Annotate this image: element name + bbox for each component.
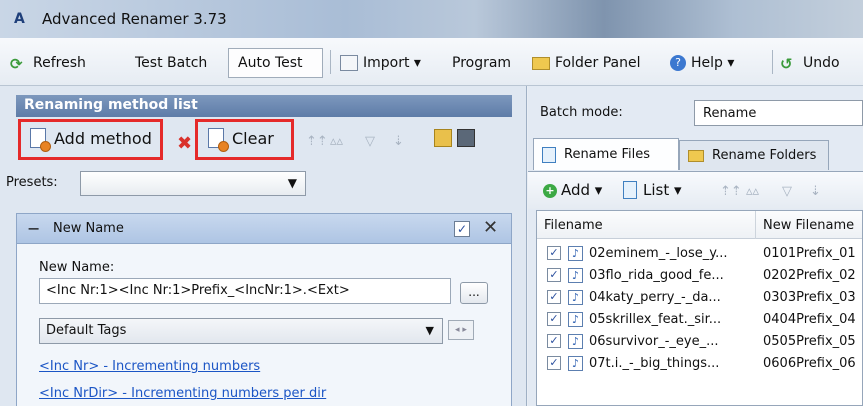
app-logo-icon: A xyxy=(14,11,25,27)
clear-button[interactable]: Clear xyxy=(208,128,274,152)
file-icon xyxy=(542,146,556,163)
row-checkbox[interactable]: ✓ xyxy=(547,268,561,282)
tag-link-inc-nr[interactable]: <Inc Nr> - Incrementing numbers xyxy=(39,359,260,374)
toolbar-divider xyxy=(772,50,773,74)
add-method-button[interactable]: Add method xyxy=(30,128,152,152)
import-button[interactable]: Import ▾ xyxy=(340,50,421,76)
import-icon xyxy=(340,55,358,71)
music-file-icon: ♪ xyxy=(568,334,583,349)
folder-icon xyxy=(688,149,704,162)
up-icon: ▵▵ xyxy=(330,134,344,149)
presets-dropdown[interactable]: ▼ xyxy=(80,171,306,196)
table-row[interactable]: ✓ ♪ 07t.i._-_big_things... 0606Prefix_06 xyxy=(537,353,862,375)
file-list-table: Filename New Filename ✓ ♪ 02eminem_-_los… xyxy=(536,210,863,406)
add-files-button[interactable]: Add ▾ xyxy=(561,181,602,199)
down-icon: ▽ xyxy=(365,134,375,149)
table-row[interactable]: ✓ ♪ 06survivor_-_eye_... 0505Prefix_05 xyxy=(537,331,862,353)
tab-rename-folders[interactable]: Rename Folders xyxy=(679,140,829,170)
presets-label: Presets: xyxy=(6,175,58,190)
batch-mode-label: Batch mode: xyxy=(540,105,623,120)
clear-document-icon xyxy=(208,128,229,152)
row-checkbox[interactable]: ✓ xyxy=(547,356,561,370)
method-header: − New Name ✓ ✕ xyxy=(17,214,511,244)
test-batch-button[interactable]: Test Batch xyxy=(135,50,207,76)
tag-link-inc-nr-dir[interactable]: <Inc NrDir> - Incrementing numbers per d… xyxy=(39,386,326,401)
new-name-input[interactable]: <Inc Nr:1><Inc Nr:1>Prefix_<IncNr:1>.<Ex… xyxy=(39,278,451,304)
move-up-icon: ⇡⇡ xyxy=(720,184,742,199)
undo-icon: ↺ xyxy=(780,55,793,73)
toolbar-divider xyxy=(330,50,331,74)
table-row[interactable]: ✓ ♪ 05skrillex_feat._sir... 0404Prefix_0… xyxy=(537,309,862,331)
move-up-icon: ⇡⇡ xyxy=(306,134,328,149)
delete-icon[interactable]: ✖ xyxy=(177,133,192,154)
move-down-icon: ⇣ xyxy=(393,134,404,149)
table-row[interactable]: ✓ ♪ 03flo_rida_good_fe... 0202Prefix_02 xyxy=(537,265,862,287)
program-button[interactable]: Program xyxy=(452,50,511,76)
chevron-down-icon: ▼ xyxy=(425,324,434,337)
column-divider xyxy=(755,211,756,239)
auto-test-button[interactable]: Auto Test xyxy=(238,50,303,76)
table-row[interactable]: ✓ ♪ 02eminem_-_lose_y... 0101Prefix_01 xyxy=(537,243,862,265)
music-file-icon: ♪ xyxy=(568,356,583,371)
save-preset-icon[interactable] xyxy=(457,129,475,147)
table-header: Filename New Filename xyxy=(537,211,862,239)
music-file-icon: ♪ xyxy=(568,290,583,305)
window-title: Advanced Renamer 3.73 xyxy=(42,10,227,28)
add-document-icon xyxy=(30,128,51,152)
refresh-icon: ⟳ xyxy=(10,55,23,73)
refresh-button[interactable]: ⟳ Refresh xyxy=(10,50,86,76)
renaming-method-panel: Renaming method list Add method ✖ Clear … xyxy=(0,86,527,406)
tags-scroll-arrows[interactable]: ◂ ▸ xyxy=(448,320,474,340)
close-icon[interactable]: ✕ xyxy=(483,217,498,238)
up-icon: ▵▵ xyxy=(746,184,760,199)
collapse-icon[interactable]: − xyxy=(27,219,40,238)
help-icon: ? xyxy=(670,55,686,71)
method-enabled-checkbox[interactable]: ✓ xyxy=(454,221,470,237)
add-icon: + xyxy=(543,184,557,198)
list-icon xyxy=(623,181,637,199)
down-icon: ▽ xyxy=(782,184,792,199)
music-file-icon: ♪ xyxy=(568,246,583,261)
method-list-header: Renaming method list xyxy=(16,95,512,117)
row-checkbox[interactable]: ✓ xyxy=(547,290,561,304)
method-name: New Name xyxy=(53,221,124,236)
batch-mode-dropdown[interactable]: Rename xyxy=(694,100,863,126)
new-name-label: New Name: xyxy=(39,260,115,275)
main-toolbar: ⟳ Refresh Test Batch Auto Test Import ▾ … xyxy=(0,38,863,86)
browse-tags-button[interactable]: ... xyxy=(460,282,488,304)
undo-button[interactable]: ↺ Undo xyxy=(780,50,840,76)
music-file-icon: ♪ xyxy=(568,268,583,283)
move-down-icon: ⇣ xyxy=(810,184,821,199)
title-bar: A Advanced Renamer 3.73 xyxy=(0,0,863,38)
row-checkbox[interactable]: ✓ xyxy=(547,246,561,260)
column-new-filename[interactable]: New Filename xyxy=(763,218,854,233)
tab-rename-files[interactable]: Rename Files xyxy=(533,138,679,170)
row-checkbox[interactable]: ✓ xyxy=(547,312,561,326)
table-row[interactable]: ✓ ♪ 04katy_perry_-_da... 0303Prefix_03 xyxy=(537,287,862,309)
folder-panel-button[interactable]: Folder Panel xyxy=(532,50,640,76)
music-file-icon: ♪ xyxy=(568,312,583,327)
load-preset-icon[interactable] xyxy=(434,129,452,147)
chevron-down-icon: ▼ xyxy=(287,176,297,190)
column-filename[interactable]: Filename xyxy=(544,218,603,233)
row-checkbox[interactable]: ✓ xyxy=(547,334,561,348)
folder-icon xyxy=(532,56,550,70)
files-toolbar: + Add ▾ List ▾ ⇡⇡ ▵▵ ▽ ⇣ xyxy=(528,171,863,209)
tags-dropdown[interactable]: Default Tags ▼ xyxy=(39,318,443,344)
files-panel: Batch mode: Rename Rename Files Rename F… xyxy=(528,86,863,406)
list-button[interactable]: List ▾ xyxy=(643,181,682,199)
help-button[interactable]: ? Help ▾ xyxy=(670,50,734,76)
new-name-method: − New Name ✓ ✕ New Name: <Inc Nr:1><Inc … xyxy=(16,213,512,406)
